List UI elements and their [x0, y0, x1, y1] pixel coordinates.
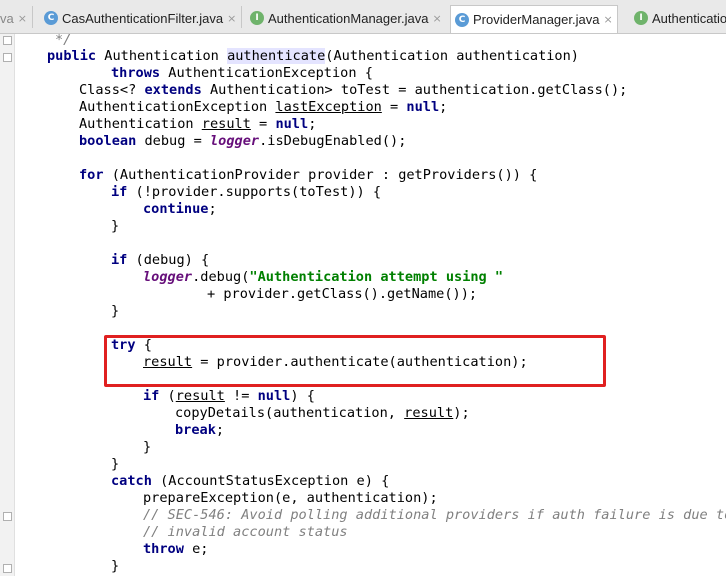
fold-marker-icon[interactable]	[3, 36, 12, 45]
fold-marker-icon[interactable]	[3, 53, 12, 62]
code-line: continue;	[143, 201, 217, 217]
tab-label: Authenticatio	[652, 10, 726, 26]
code-line: copyDetails(authentication, result);	[175, 405, 470, 421]
code-line: AuthenticationException lastException = …	[79, 99, 448, 115]
code-line: Authentication result = null;	[79, 116, 317, 132]
code-line: if (debug) {	[111, 252, 210, 268]
tab-label: AuthenticationManager.java	[268, 10, 429, 26]
tab-close-icon[interactable]: ×	[227, 12, 236, 25]
tab-partial-left[interactable]: va ×	[0, 5, 31, 31]
tab-close-icon[interactable]: ×	[18, 12, 27, 25]
code-line: */	[55, 34, 72, 48]
code-line: }	[111, 303, 120, 319]
java-interface-icon: I	[250, 11, 264, 25]
code-line: if (result != null) {	[143, 388, 315, 404]
fold-marker-icon[interactable]	[3, 564, 12, 573]
code-line: prepareException(e, authentication);	[143, 490, 438, 506]
code-line: boolean debug = logger.isDebugEnabled();	[79, 133, 407, 149]
editor-tab-bar: va × C CasAuthenticationFilter.java × I …	[0, 0, 726, 34]
code-comment: // invalid account status	[143, 524, 348, 540]
method-name: authenticate	[227, 48, 326, 64]
code-line: }	[111, 558, 120, 574]
code-line: + provider.getClass().getName());	[207, 286, 478, 302]
java-class-icon: C	[455, 12, 469, 27]
code-line: if (!provider.supports(toTest)) {	[111, 184, 382, 200]
code-line: }	[111, 218, 120, 234]
tab-label: va	[0, 10, 14, 26]
code-line: }	[143, 439, 152, 455]
tab-separator	[241, 6, 242, 28]
tab-close-icon[interactable]: ×	[603, 13, 612, 26]
code-line: throw e;	[143, 541, 209, 557]
code-line: catch (AccountStatusException e) {	[111, 473, 390, 489]
editor-gutter	[0, 34, 15, 576]
tab-label: ProviderManager.java	[473, 12, 600, 27]
java-interface-icon: I	[634, 11, 648, 25]
code-editor[interactable]: */ public Authentication authenticate(Au…	[15, 34, 726, 576]
code-line: }	[111, 456, 120, 472]
annotation-highlight-box	[104, 335, 606, 387]
java-class-icon: C	[44, 11, 58, 25]
fold-marker-icon[interactable]	[3, 512, 12, 521]
code-line: for (AuthenticationProvider provider : g…	[79, 167, 538, 183]
tab-cas-authentication-filter[interactable]: C CasAuthenticationFilter.java ×	[40, 5, 240, 31]
code-line: Class<? extends Authentication> toTest =…	[79, 82, 628, 98]
code-line: throws AuthenticationException {	[111, 65, 373, 81]
tab-authentication-partial[interactable]: I Authenticatio	[630, 5, 726, 31]
tab-provider-manager[interactable]: C ProviderManager.java ×	[450, 5, 618, 33]
code-line: logger.debug("Authentication attempt usi…	[143, 269, 504, 285]
tab-authentication-manager[interactable]: I AuthenticationManager.java ×	[246, 5, 446, 31]
tab-close-icon[interactable]: ×	[432, 12, 441, 25]
code-comment: // SEC-546: Avoid polling additional pro…	[143, 507, 726, 523]
code-line: public Authentication authenticate(Authe…	[47, 48, 579, 64]
tab-label: CasAuthenticationFilter.java	[62, 10, 224, 26]
tab-separator	[32, 6, 33, 28]
code-line: break;	[175, 422, 225, 438]
